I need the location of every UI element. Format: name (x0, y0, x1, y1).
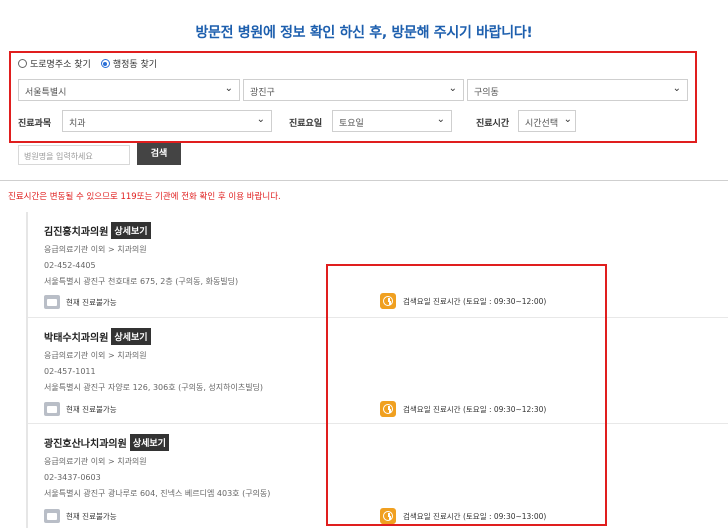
hospital-phone: 02-457-1011 (44, 367, 96, 376)
radio-road-label[interactable]: 도로명주소 찾기 (30, 57, 91, 70)
detail-button[interactable]: 상세보기 (111, 328, 151, 345)
hospital-name[interactable]: 박태수치과의원 (44, 329, 108, 344)
search-mode-radios: 도로명주소 찾기 행정동 찾기 (18, 57, 167, 70)
district-select[interactable]: 광진구 ⌄ (243, 79, 464, 101)
city-select[interactable]: 서울특별시 ⌄ (18, 79, 240, 101)
notice-text: 진료시간은 변동될 수 있으므로 119또는 기관에 전화 확인 후 이용 바랍… (8, 192, 281, 202)
detail-button[interactable]: 상세보기 (129, 434, 169, 451)
dong-select[interactable]: 구의동 ⌄ (467, 79, 688, 101)
dept-label: 진료과목 (18, 119, 52, 129)
search-button[interactable]: 검색 (137, 143, 181, 165)
hospital-address: 서울특별시 광진구 자양로 126, 306호 (구의동, 성지하이츠빌딩) (44, 383, 264, 392)
detail-button[interactable]: 상세보기 (111, 222, 151, 239)
hospital-type: 응급의료기관 이외 > 치과의원 (44, 457, 147, 466)
availability-status: 현재 진료불가능 (66, 511, 117, 521)
day-label: 진료요일 (289, 119, 323, 129)
chevron-down-icon: ⌄ (224, 83, 233, 94)
radio-road-address[interactable] (18, 59, 27, 68)
radio-admin-label[interactable]: 행정동 찾기 (113, 57, 157, 70)
hospital-address: 서울특별시 광진구 천호대로 675, 2층 (구의동, 화동빌딩) (44, 277, 239, 286)
chevron-down-icon: ⌄ (256, 114, 265, 125)
calendar-icon (44, 509, 60, 523)
chevron-down-icon: ⌄ (672, 83, 681, 94)
radio-admin-district[interactable] (100, 59, 110, 68)
district-select-value: 광진구 (250, 88, 275, 98)
hours-highlight-box (326, 264, 607, 526)
availability-status: 현재 진료불가능 (66, 297, 117, 307)
calendar-icon (44, 295, 60, 309)
hospital-phone: 02-3437-0603 (44, 473, 101, 482)
time-select-value: 시간선택 (525, 119, 559, 129)
chevron-down-icon: ⌄ (448, 83, 457, 94)
dong-select-value: 구의동 (474, 88, 499, 98)
page-title: 방문전 병원에 정보 확인 하신 후, 방문해 주시기 바랍니다! (195, 25, 533, 41)
chevron-down-icon: ⌄ (563, 114, 572, 125)
hospital-phone: 02-452-4405 (44, 261, 96, 270)
city-select-value: 서울특별시 (25, 88, 67, 98)
availability-status: 현재 진료불가능 (66, 404, 117, 414)
day-select-value: 토요일 (339, 119, 364, 129)
dept-select-value: 치과 (69, 119, 86, 129)
hospital-type: 응급의료기관 이외 > 치과의원 (44, 351, 147, 360)
hospital-name[interactable]: 김진홍치과의원 (44, 223, 108, 238)
calendar-icon (44, 402, 60, 416)
chevron-down-icon: ⌄ (436, 114, 445, 125)
hospital-type: 응급의료기관 이외 > 치과의원 (44, 245, 147, 254)
dept-select[interactable]: 치과 ⌄ (62, 110, 272, 132)
hospital-address: 서울특별시 광진구 광나루로 604, 진넥스 베르디엠 403호 (구의동) (44, 489, 271, 498)
hospital-name-input[interactable]: 병원명을 입력하세요 (18, 145, 130, 165)
time-label: 진료시간 (476, 119, 510, 129)
divider (0, 180, 728, 181)
day-select[interactable]: 토요일 ⌄ (332, 110, 452, 132)
time-select[interactable]: 시간선택 ⌄ (518, 110, 576, 132)
hospital-name[interactable]: 광진호산나치과의원 (44, 435, 127, 450)
